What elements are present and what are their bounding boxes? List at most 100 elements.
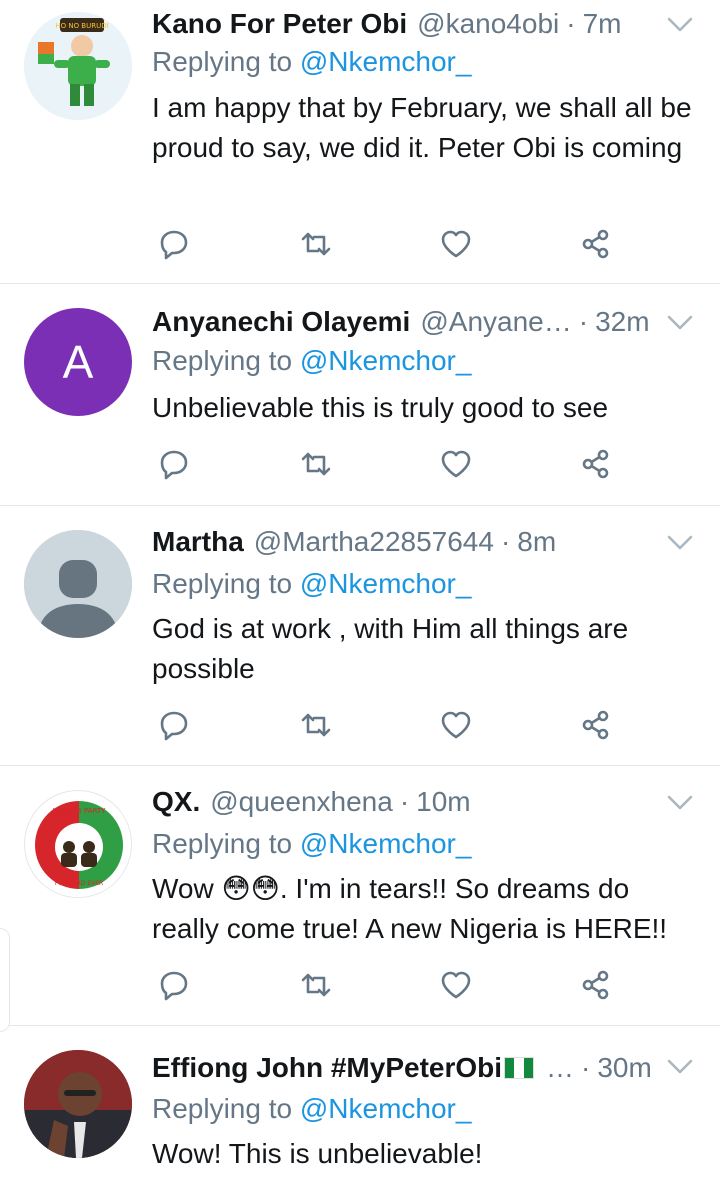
- user-handle[interactable]: @queenxhena: [210, 786, 393, 818]
- user-handle[interactable]: @kano4obi: [417, 8, 559, 40]
- tweet-actions: [152, 224, 632, 264]
- replying-label: Replying to: [152, 568, 293, 599]
- reply-icon: [160, 971, 188, 1001]
- retweet-button[interactable]: [296, 444, 336, 484]
- tweet-text: I am happy that by February, we shall al…: [152, 92, 692, 163]
- like-button[interactable]: [436, 444, 476, 484]
- mention-link[interactable]: @Nkemchor_: [300, 828, 472, 859]
- separator-dot: ·: [566, 8, 576, 39]
- replying-label: Replying to: [152, 345, 293, 376]
- avatar-cartoon-image: HO NO BURUDI: [24, 12, 132, 120]
- reply-button[interactable]: [154, 444, 194, 484]
- labour-party-logo: LABOUR PARTY FORWARD EVER: [26, 792, 131, 897]
- retweet-icon: [301, 452, 331, 476]
- separator-dot: ·: [581, 1052, 591, 1083]
- mention-link[interactable]: @Nkemchor_: [300, 1093, 472, 1124]
- timestamp[interactable]: 30m: [597, 1052, 651, 1084]
- timestamp[interactable]: 7m: [583, 8, 622, 40]
- retweet-button[interactable]: [296, 705, 336, 745]
- tweet-actions: [152, 705, 632, 745]
- chevron-down-icon[interactable]: [666, 14, 694, 34]
- replying-label: Replying to: [152, 1093, 293, 1124]
- separator-dot: ·: [500, 526, 511, 557]
- chevron-down-icon[interactable]: [666, 792, 694, 812]
- avatar[interactable]: HO NO BURUDI: [24, 12, 132, 120]
- share-icon: [582, 710, 609, 740]
- share-icon: [582, 449, 609, 479]
- tweet-text: God is at work , with Him all things are…: [152, 613, 629, 684]
- share-button[interactable]: [576, 224, 616, 264]
- display-name[interactable]: Effiong John #MyPeterObi: [152, 1052, 502, 1084]
- mention-link[interactable]: @Nkemchor_: [300, 568, 472, 599]
- like-button[interactable]: [436, 224, 476, 264]
- avatar[interactable]: LABOUR PARTY FORWARD EVER: [24, 790, 132, 898]
- tweet-text: Wow 😳😳. I'm in tears!! So dreams do real…: [152, 873, 668, 944]
- replying-to: Replying to @Nkemchor_: [152, 828, 471, 860]
- replying-to: Replying to @Nkemchor_: [152, 345, 471, 377]
- nigeria-flag-icon: [504, 1057, 535, 1079]
- heart-icon: [441, 711, 471, 739]
- replying-to: Replying to @Nkemchor_: [152, 568, 471, 600]
- tweet-item[interactable]: HO NO BURUDI Kano For Peter Obi @kano4ob…: [0, 0, 720, 284]
- replying-label: Replying to: [152, 46, 293, 77]
- share-icon: [582, 970, 609, 1000]
- tweet-header: Effiong John #MyPeterObi … · 30m: [152, 1048, 654, 1088]
- avatar[interactable]: [24, 530, 132, 638]
- share-button[interactable]: [576, 965, 616, 1005]
- tweet-item[interactable]: A Anyanechi Olayemi @Anyane… · 32m Reply…: [0, 284, 720, 506]
- mention-link[interactable]: @Nkemchor_: [300, 46, 472, 77]
- reply-icon: [160, 230, 188, 260]
- tweet-item[interactable]: LABOUR PARTY FORWARD EVER QX. @queenxhen…: [0, 766, 720, 1026]
- default-profile-icon: [24, 530, 132, 638]
- avatar-logo-text: HO NO BURUDI: [55, 22, 108, 30]
- display-name[interactable]: QX.: [152, 786, 200, 818]
- reply-button[interactable]: [154, 705, 194, 745]
- user-handle[interactable]: …: [546, 1052, 574, 1084]
- separator-dot: ·: [578, 306, 589, 337]
- user-handle[interactable]: @Martha22857644: [254, 526, 494, 558]
- tweet-header: Martha @Martha22857644 · 8m: [152, 522, 654, 562]
- like-button[interactable]: [436, 965, 476, 1005]
- share-button[interactable]: [576, 705, 616, 745]
- avatar[interactable]: [24, 1050, 132, 1158]
- share-button[interactable]: [576, 444, 616, 484]
- retweet-icon: [301, 973, 331, 997]
- share-icon: [582, 229, 609, 259]
- reply-icon: [160, 711, 188, 741]
- display-name[interactable]: Anyanechi Olayemi: [152, 306, 410, 338]
- logo-top-text: LABOUR PARTY: [53, 807, 106, 815]
- replying-to: Replying to @Nkemchor_: [152, 46, 471, 78]
- tweet-header: Kano For Peter Obi @kano4obi · 7m: [152, 4, 654, 44]
- chevron-down-icon[interactable]: [666, 312, 694, 332]
- user-handle[interactable]: @Anyane…: [420, 306, 571, 338]
- logo-bottom-text: FORWARD EVER: [55, 880, 103, 887]
- display-name[interactable]: Martha: [152, 526, 244, 558]
- tweet-item[interactable]: Martha @Martha22857644 · 8m Replying to …: [0, 506, 720, 766]
- avatar-photo: [24, 1050, 132, 1158]
- avatar-letter: A: [62, 336, 94, 388]
- retweet-button[interactable]: [296, 224, 336, 264]
- chevron-down-icon[interactable]: [666, 1056, 694, 1076]
- like-button[interactable]: [436, 705, 476, 745]
- tweet-text: Wow! This is unbelievable!: [152, 1138, 483, 1169]
- replying-to: Replying to @Nkemchor_: [152, 1093, 471, 1125]
- timestamp[interactable]: 32m: [595, 306, 649, 338]
- retweet-icon: [301, 232, 331, 256]
- retweet-icon: [301, 713, 331, 737]
- display-name[interactable]: Kano For Peter Obi: [152, 8, 407, 40]
- tweet-header: QX. @queenxhena · 10m: [152, 782, 654, 822]
- reply-button[interactable]: [154, 965, 194, 1005]
- retweet-button[interactable]: [296, 965, 336, 1005]
- timestamp[interactable]: 10m: [416, 786, 470, 818]
- tweet-actions: [152, 965, 632, 1005]
- timestamp[interactable]: 8m: [517, 526, 556, 558]
- heart-icon: [441, 971, 471, 999]
- tweet-item[interactable]: Effiong John #MyPeterObi … · 30m Replyin…: [0, 1026, 720, 1184]
- reply-button[interactable]: [154, 224, 194, 264]
- chevron-down-icon[interactable]: [666, 532, 694, 552]
- floating-edge-card: [0, 928, 10, 1032]
- separator-dot: ·: [399, 786, 410, 817]
- heart-icon: [441, 230, 471, 258]
- mention-link[interactable]: @Nkemchor_: [300, 345, 472, 376]
- avatar[interactable]: A: [24, 308, 132, 416]
